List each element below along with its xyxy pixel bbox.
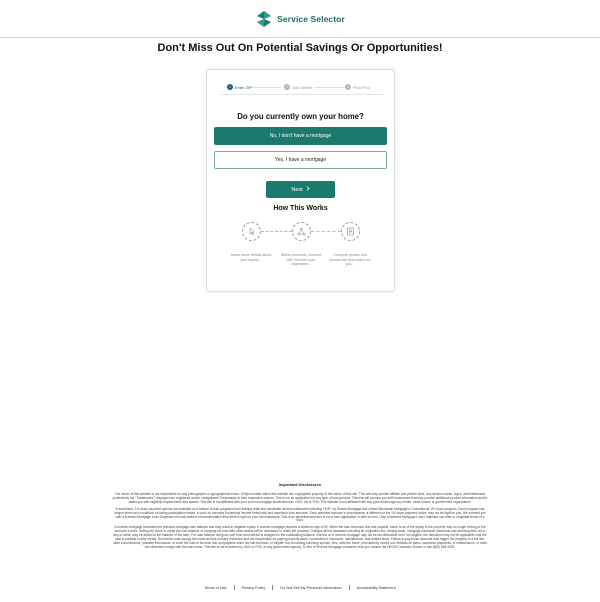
step-number: 2	[284, 84, 290, 90]
footer-divider	[272, 585, 274, 590]
site-header: Service Selector	[0, 0, 600, 38]
step-label: Enter ZIP	[235, 84, 252, 90]
how-connector	[261, 231, 292, 232]
disclosures-section: Important Disclosures The owner of this …	[112, 482, 488, 553]
step-connector	[251, 87, 281, 88]
page-headline: Don't Miss Out On Potential Savings Or O…	[157, 42, 443, 54]
brand-logo[interactable]: Service Selector	[255, 10, 345, 28]
how-step-text: Within moments, connect with licensed lo…	[280, 253, 322, 266]
how-step-text: Share some details about your inquiry...	[230, 253, 272, 262]
do-not-sell-link[interactable]: Do Not Sell My Personal Information	[280, 586, 341, 590]
pointer-icon	[242, 222, 261, 241]
compare-icon	[341, 222, 360, 241]
how-connector	[311, 231, 341, 232]
leaf-s-logo-icon	[255, 10, 273, 28]
footer-divider	[348, 585, 350, 590]
privacy-policy-link[interactable]: Privacy Policy	[242, 586, 266, 590]
step-connector	[315, 87, 349, 88]
disclosure-paragraph: The owner of this website is not respons…	[112, 492, 488, 504]
step-add-details: 2 Add Details	[284, 84, 312, 90]
next-button[interactable]: Next	[266, 181, 335, 198]
next-label: Next	[291, 186, 303, 193]
step-label: Add Details	[292, 84, 313, 90]
option-no-mortgage-button[interactable]: No, I don't have a mortgage	[214, 127, 387, 145]
step-find-pros: 3 Find Pros	[345, 84, 370, 90]
quiz-card: 1 Enter ZIP 2 Add Details 3 Find Pros Do…	[206, 69, 395, 292]
step-number: 1	[227, 84, 233, 90]
disclosure-paragraph: If advertised, 1% down payment options a…	[114, 506, 486, 523]
disclosures-title: Important Disclosures	[278, 482, 322, 487]
network-icon	[292, 222, 311, 241]
terms-of-use-link[interactable]: Terms of Use	[204, 586, 226, 590]
step-label: Find Pros	[353, 84, 371, 90]
how-it-works-title: How This Works	[273, 205, 328, 212]
footer-links: Terms of Use Privacy Policy Do Not Sell …	[0, 585, 600, 590]
step-number: 3	[345, 84, 351, 90]
progress-steps: 1 Enter ZIP 2 Add Details 3 Find Pros	[221, 83, 383, 95]
step-enter-zip: 1 Enter ZIP	[227, 84, 252, 90]
brand-name: Service Selector	[277, 13, 345, 24]
question-title: Do you currently own your home?	[237, 112, 364, 121]
accessibility-statement-link[interactable]: Accessibility Statement	[357, 586, 396, 590]
how-step-text: Compare quotes and choose the best optio…	[329, 253, 371, 266]
option-yes-mortgage-button[interactable]: Yes, I have a mortgage	[214, 151, 387, 169]
chevron-right-icon	[306, 186, 310, 193]
footer-divider	[233, 585, 235, 590]
disclosure-paragraph: A reverse mortgage increases the princip…	[112, 525, 488, 549]
